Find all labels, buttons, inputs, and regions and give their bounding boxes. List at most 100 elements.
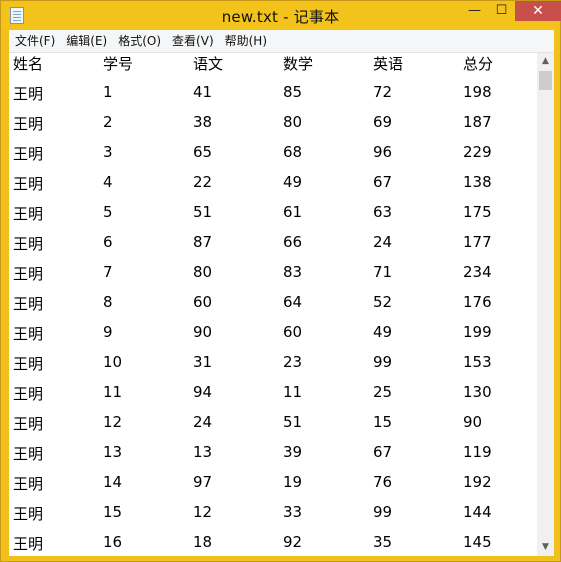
header-total: 总分 <box>463 55 494 73</box>
menu-help[interactable]: 帮助(H) <box>219 30 272 52</box>
cell-english: 71 <box>373 263 393 281</box>
cell-name: 王明 <box>13 175 44 193</box>
cell-total: 176 <box>463 293 492 311</box>
cell-student-id: 14 <box>103 473 123 491</box>
cell-student-id: 13 <box>103 443 123 461</box>
cell-english: 25 <box>373 383 393 401</box>
cell-total: 229 <box>463 143 492 161</box>
cell-total: 130 <box>463 383 492 401</box>
cell-name: 王明 <box>13 535 44 553</box>
menu-bar: 文件(F) 编辑(E) 格式(O) 查看(V) 帮助(H) <box>9 30 554 52</box>
scroll-up-arrow-icon[interactable]: ▲ <box>537 53 554 70</box>
header-chinese: 语文 <box>193 55 224 73</box>
header-english: 英语 <box>373 55 404 73</box>
cell-math: 19 <box>283 473 303 491</box>
cell-math: 11 <box>283 383 303 401</box>
cell-math: 49 <box>283 173 303 191</box>
cell-student-id: 1 <box>103 83 113 101</box>
text-editor[interactable]: 姓名 学号 语文 数学 英语 总分 王明 1 41 85 72 198 王明 2 38 80 69 1… <box>9 53 537 556</box>
cell-student-id: 12 <box>103 413 123 431</box>
table-row: 王明 8 60 64 52 176 <box>9 293 537 323</box>
cell-math: 83 <box>283 263 303 281</box>
cell-english: 35 <box>373 533 393 551</box>
table-row: 王明 7 80 83 71 234 <box>9 263 537 293</box>
cell-math: 61 <box>283 203 303 221</box>
cell-total: 234 <box>463 263 492 281</box>
table-row: 王明 12 24 51 15 90 <box>9 413 537 443</box>
cell-chinese: 22 <box>193 173 213 191</box>
cell-student-id: 3 <box>103 143 113 161</box>
cell-math: 92 <box>283 533 303 551</box>
close-button[interactable]: ✕ <box>515 1 561 21</box>
cell-english: 99 <box>373 353 393 371</box>
cell-english: 69 <box>373 113 393 131</box>
cell-name: 王明 <box>13 415 44 433</box>
cell-chinese: 31 <box>193 353 213 371</box>
maximize-button[interactable]: ☐ <box>488 1 515 21</box>
cell-english: 99 <box>373 503 393 521</box>
cell-student-id: 7 <box>103 263 113 281</box>
table-row: 王明 15 12 33 99 144 <box>9 503 537 533</box>
cell-english: 63 <box>373 203 393 221</box>
cell-chinese: 24 <box>193 413 213 431</box>
table-row: 王明 5 51 61 63 175 <box>9 203 537 233</box>
cell-math: 66 <box>283 233 303 251</box>
cell-chinese: 13 <box>193 443 213 461</box>
cell-total: 119 <box>463 443 492 461</box>
cell-chinese: 12 <box>193 503 213 521</box>
cell-total: 198 <box>463 83 492 101</box>
header-row: 姓名 学号 语文 数学 英语 总分 <box>9 53 537 83</box>
menu-format[interactable]: 格式(O) <box>112 30 166 52</box>
cell-math: 64 <box>283 293 303 311</box>
cell-total: 175 <box>463 203 492 221</box>
cell-name: 王明 <box>13 235 44 253</box>
cell-student-id: 6 <box>103 233 113 251</box>
table-row: 王明 11 94 11 25 130 <box>9 383 537 413</box>
cell-chinese: 60 <box>193 293 213 311</box>
cell-name: 王明 <box>13 385 44 403</box>
cell-chinese: 51 <box>193 203 213 221</box>
table-row: 王明 2 38 80 69 187 <box>9 113 537 143</box>
cell-math: 80 <box>283 113 303 131</box>
cell-english: 49 <box>373 323 393 341</box>
cell-student-id: 8 <box>103 293 113 311</box>
cell-name: 王明 <box>13 265 44 283</box>
cell-english: 96 <box>373 143 393 161</box>
cell-english: 52 <box>373 293 393 311</box>
cell-student-id: 9 <box>103 323 113 341</box>
cell-student-id: 16 <box>103 533 123 551</box>
minimize-button[interactable]: — <box>461 1 488 21</box>
cell-chinese: 87 <box>193 233 213 251</box>
vertical-scrollbar[interactable]: ▲ ▼ <box>537 53 554 556</box>
scroll-down-arrow-icon[interactable]: ▼ <box>537 539 554 556</box>
cell-total: 192 <box>463 473 492 491</box>
cell-chinese: 90 <box>193 323 213 341</box>
notepad-window: new.txt - 记事本 — ☐ ✕ 文件(F) 编辑(E) 格式(O) 查看(V)… <box>0 0 561 562</box>
editor-area: 姓名 学号 语文 数学 英语 总分 王明 1 41 85 72 198 王明 2 38 80 69 1… <box>9 52 554 556</box>
menu-edit[interactable]: 编辑(E) <box>60 30 112 52</box>
cell-name: 王明 <box>13 445 44 463</box>
cell-english: 67 <box>373 443 393 461</box>
cell-math: 33 <box>283 503 303 521</box>
scroll-thumb[interactable] <box>539 71 552 90</box>
menu-view[interactable]: 查看(V) <box>166 30 219 52</box>
menu-file[interactable]: 文件(F) <box>9 30 60 52</box>
cell-math: 85 <box>283 83 303 101</box>
cell-chinese: 94 <box>193 383 213 401</box>
cell-chinese: 41 <box>193 83 213 101</box>
cell-name: 王明 <box>13 325 44 343</box>
cell-name: 王明 <box>13 475 44 493</box>
cell-total: 177 <box>463 233 492 251</box>
cell-name: 王明 <box>13 295 44 313</box>
cell-total: 153 <box>463 353 492 371</box>
header-student-id: 学号 <box>103 55 134 73</box>
title-bar[interactable]: new.txt - 记事本 — ☐ ✕ <box>1 1 561 30</box>
cell-student-id: 15 <box>103 503 123 521</box>
cell-math: 51 <box>283 413 303 431</box>
cell-name: 王明 <box>13 355 44 373</box>
cell-math: 60 <box>283 323 303 341</box>
cell-chinese: 38 <box>193 113 213 131</box>
cell-math: 68 <box>283 143 303 161</box>
header-math: 数学 <box>283 55 314 73</box>
header-name: 姓名 <box>13 55 44 73</box>
